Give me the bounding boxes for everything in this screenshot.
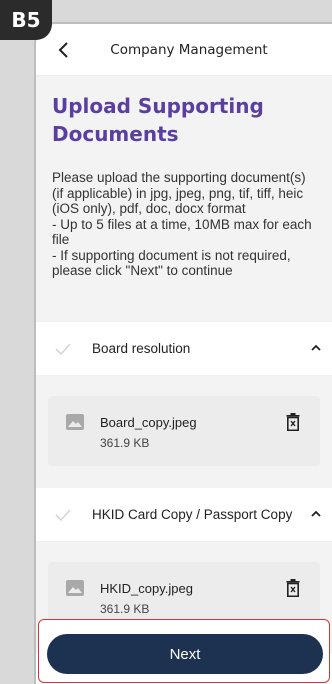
check-icon <box>55 509 71 522</box>
step-badge: B5 <box>0 0 52 40</box>
section-label: Board resolution <box>92 341 191 356</box>
next-button[interactable]: Next <box>47 634 323 674</box>
section-body-board-resolution: Board_copy.jpeg 361.9 KB <box>36 376 332 488</box>
chevron-up-icon[interactable] <box>310 343 322 353</box>
file-name: HKID_copy.jpeg <box>100 581 193 596</box>
section-header-board-resolution[interactable]: Board resolution <box>36 322 332 376</box>
chevron-left-icon[interactable] <box>54 38 74 62</box>
footer-highlight: Next <box>38 619 330 683</box>
check-icon <box>55 343 71 356</box>
image-icon <box>66 414 84 430</box>
intro-panel: Upload Supporting Documents Please uploa… <box>36 76 332 322</box>
trash-icon[interactable] <box>286 413 300 431</box>
page-description: Please upload the supporting document(s)… <box>52 170 312 278</box>
file-size: 361.9 KB <box>100 602 150 616</box>
file-size: 361.9 KB <box>100 436 150 450</box>
image-icon <box>66 580 84 596</box>
trash-icon[interactable] <box>286 579 300 597</box>
section-label: HKID Card Copy / Passport Copy <box>92 507 293 522</box>
page-title: Upload Supporting Documents <box>52 94 264 146</box>
file-card: Board_copy.jpeg 361.9 KB <box>48 396 320 466</box>
phone-screen: Company Management Upload Supporting Doc… <box>34 22 332 684</box>
section-header-hkid-passport[interactable]: HKID Card Copy / Passport Copy <box>36 488 332 542</box>
step-badge-label: B5 <box>11 8 41 32</box>
chevron-up-icon[interactable] <box>310 509 322 519</box>
header-title: Company Management <box>110 41 268 58</box>
file-name: Board_copy.jpeg <box>100 415 197 430</box>
app-header: Company Management <box>36 24 332 76</box>
